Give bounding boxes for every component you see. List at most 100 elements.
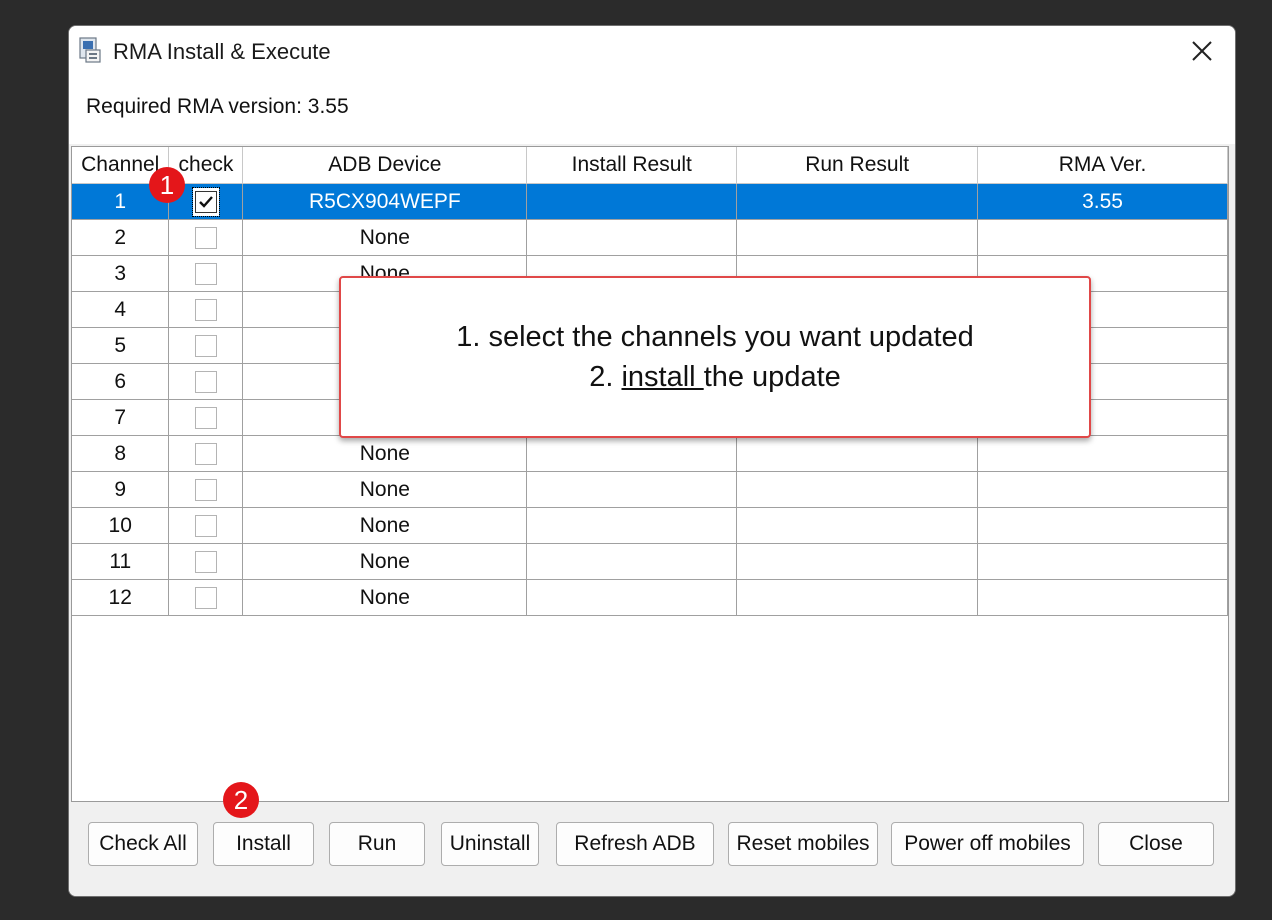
refresh-adb-button[interactable]: Refresh ADB <box>556 822 714 866</box>
table-row[interactable]: 11 None <box>72 543 1228 580</box>
checkbox[interactable] <box>194 226 217 249</box>
cell-rma-version[interactable] <box>977 471 1228 508</box>
cell-run-result[interactable] <box>736 435 979 472</box>
checkmark-icon <box>199 196 213 208</box>
window-title: RMA Install & Execute <box>113 39 331 64</box>
column-header-adb-device[interactable]: ADB Device <box>242 147 528 184</box>
checkbox[interactable] <box>194 406 217 429</box>
cell-channel[interactable]: 3 <box>72 255 170 292</box>
cell-channel[interactable]: 10 <box>72 507 170 544</box>
checkbox[interactable] <box>194 550 217 573</box>
cell-adb-device[interactable]: None <box>242 543 528 580</box>
step-1-badge: 1 <box>149 167 185 203</box>
cell-channel[interactable]: 7 <box>72 399 170 436</box>
cell-check <box>168 435 244 472</box>
cell-adb-device[interactable]: None <box>242 219 528 256</box>
cell-check <box>168 363 244 400</box>
cell-channel[interactable]: 9 <box>72 471 170 508</box>
cell-check <box>168 507 244 544</box>
cell-run-result[interactable] <box>736 471 979 508</box>
cell-check <box>168 327 244 364</box>
checkbox[interactable] <box>194 442 217 465</box>
column-header-run-result[interactable]: Run Result <box>736 147 979 184</box>
channel-list[interactable]: Channel check ADB Device Install Result … <box>71 146 1229 802</box>
checkbox[interactable] <box>194 262 217 285</box>
table-row[interactable]: 12 None <box>72 579 1228 616</box>
checkbox[interactable] <box>194 370 217 393</box>
cell-channel[interactable]: 5 <box>72 327 170 364</box>
cell-adb-device[interactable]: R5CX904WEPF <box>242 183 528 220</box>
checkbox-checked[interactable] <box>194 190 217 213</box>
instruction-callout: 1. select the channels you want updated … <box>339 276 1091 438</box>
cell-check <box>168 291 244 328</box>
cell-rma-version[interactable]: 3.55 <box>977 183 1228 220</box>
reset-mobiles-button[interactable]: Reset mobiles <box>728 822 878 866</box>
checkbox[interactable] <box>194 478 217 501</box>
cell-channel[interactable]: 12 <box>72 579 170 616</box>
cell-run-result[interactable] <box>736 507 979 544</box>
checkbox[interactable] <box>194 334 217 357</box>
cell-check <box>168 579 244 616</box>
cell-channel[interactable]: 4 <box>72 291 170 328</box>
close-button[interactable]: Close <box>1098 822 1214 866</box>
table-row[interactable]: 8 None <box>72 435 1228 472</box>
cell-run-result[interactable] <box>736 183 979 220</box>
cell-rma-version[interactable] <box>977 219 1228 256</box>
step-2-badge: 2 <box>223 782 259 818</box>
cell-rma-version[interactable] <box>977 507 1228 544</box>
cell-check <box>168 543 244 580</box>
check-all-button[interactable]: Check All <box>88 822 198 866</box>
cell-adb-device[interactable]: None <box>242 435 528 472</box>
cell-adb-device[interactable]: None <box>242 471 528 508</box>
callout-line-2: 2. install the update <box>589 357 841 397</box>
table-row[interactable]: 9 None <box>72 471 1228 508</box>
close-icon[interactable] <box>1183 32 1221 70</box>
cell-check <box>168 399 244 436</box>
table-row[interactable]: 10 None <box>72 507 1228 544</box>
power-off-mobiles-button[interactable]: Power off mobiles <box>891 822 1084 866</box>
callout-line-2-underlined: install <box>621 361 704 393</box>
cell-rma-version[interactable] <box>977 435 1228 472</box>
cell-channel[interactable]: 8 <box>72 435 170 472</box>
cell-install-result[interactable] <box>526 183 738 220</box>
cell-install-result[interactable] <box>526 579 738 616</box>
checkbox[interactable] <box>194 298 217 321</box>
cell-check <box>168 471 244 508</box>
column-header-rma-version[interactable]: RMA Ver. <box>977 147 1228 184</box>
run-button[interactable]: Run <box>329 822 425 866</box>
cell-run-result[interactable] <box>736 579 979 616</box>
callout-line-2-prefix: 2. <box>589 361 622 393</box>
cell-adb-device[interactable]: None <box>242 579 528 616</box>
cell-install-result[interactable] <box>526 507 738 544</box>
column-header-install-result[interactable]: Install Result <box>526 147 738 184</box>
install-button[interactable]: Install <box>213 822 314 866</box>
table-row[interactable]: 2 None <box>72 219 1228 256</box>
cell-run-result[interactable] <box>736 543 979 580</box>
uninstall-button[interactable]: Uninstall <box>441 822 539 866</box>
cell-adb-device[interactable]: None <box>242 507 528 544</box>
cell-channel[interactable]: 6 <box>72 363 170 400</box>
checkbox-focus <box>191 186 220 217</box>
table-row[interactable]: 1 R5CX904WEPF 3.55 <box>72 183 1228 220</box>
cell-install-result[interactable] <box>526 219 738 256</box>
cell-rma-version[interactable] <box>977 543 1228 580</box>
table-header: Channel check ADB Device Install Result … <box>72 147 1228 184</box>
title-bar[interactable]: RMA Install & Execute <box>69 26 1235 78</box>
required-version-label: Required RMA version: 3.55 <box>86 95 349 118</box>
callout-line-1: 1. select the channels you want updated <box>456 321 974 353</box>
callout-line-2-suffix: the update <box>703 361 841 393</box>
checkbox[interactable] <box>194 514 217 537</box>
rma-install-dialog: RMA Install & Execute Required RMA versi… <box>68 25 1236 897</box>
cell-channel[interactable]: 11 <box>72 543 170 580</box>
cell-channel[interactable]: 2 <box>72 219 170 256</box>
cell-run-result[interactable] <box>736 219 979 256</box>
cell-install-result[interactable] <box>526 543 738 580</box>
cell-check <box>168 255 244 292</box>
info-area: Required RMA version: 3.55 <box>69 78 1235 144</box>
checkbox[interactable] <box>194 586 217 609</box>
app-icon <box>79 37 101 63</box>
cell-rma-version[interactable] <box>977 579 1228 616</box>
cell-check <box>168 219 244 256</box>
cell-install-result[interactable] <box>526 471 738 508</box>
cell-install-result[interactable] <box>526 435 738 472</box>
